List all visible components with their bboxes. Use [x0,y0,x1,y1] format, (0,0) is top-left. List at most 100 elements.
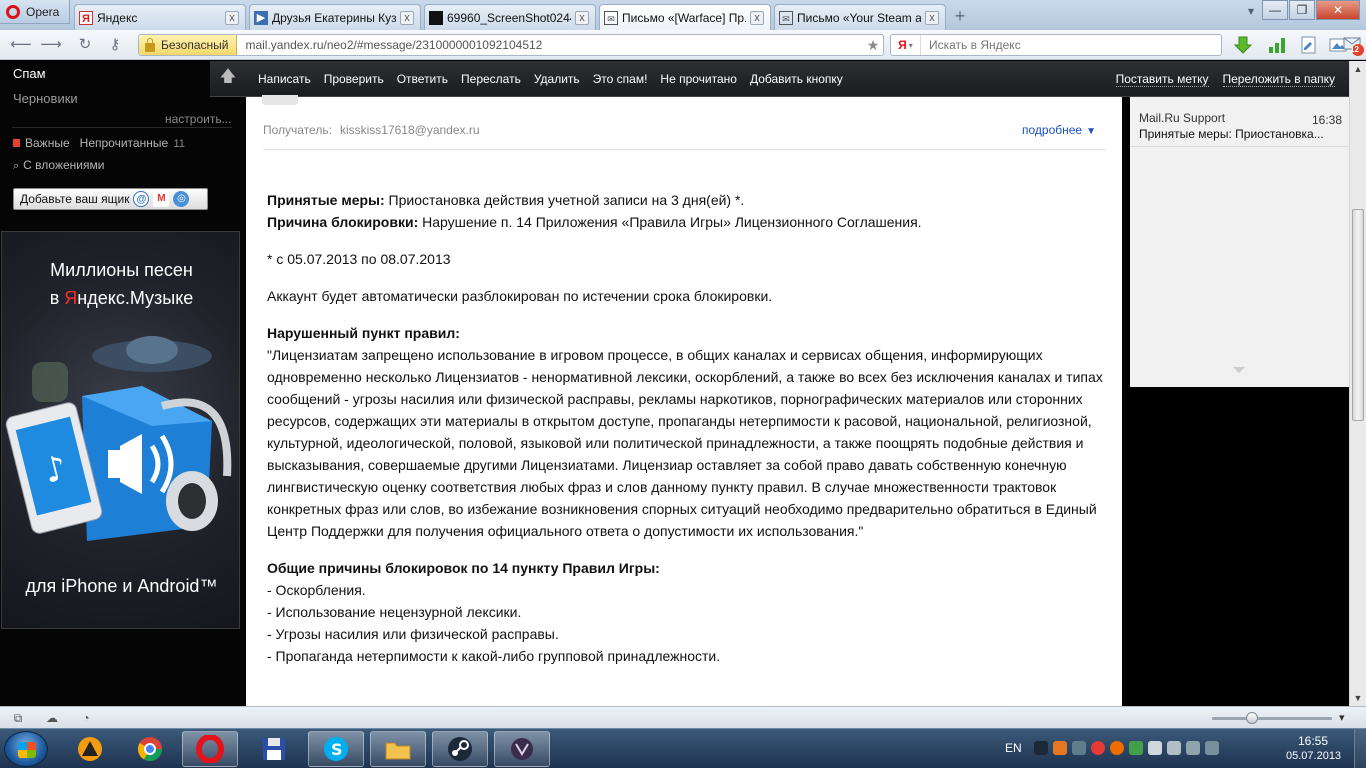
check-tray-icon[interactable] [1129,741,1143,755]
taskbar-aimp[interactable] [62,731,118,767]
tab-warface-mail[interactable]: ✉ Письмо «[Warface] Пр... x [599,4,771,30]
steam-tray-icon[interactable] [1034,741,1048,755]
search-input[interactable] [929,38,1209,52]
tab-screenshot[interactable]: 69960_ScreenShot0244.... x [424,4,596,30]
language-indicator[interactable]: EN [1005,741,1022,755]
violated-rule-label: Нарушенный пункт правил: [267,325,460,341]
aimp-tray-icon[interactable] [1053,741,1067,755]
add-button-button[interactable]: Добавить кнопку [750,72,843,86]
yandex-icon: Я [79,10,93,25]
taskbar-save[interactable] [246,731,302,767]
scroll-up-icon[interactable]: ▲ [1350,61,1366,77]
new-tab-button[interactable]: + [949,6,971,28]
yandex-tray-icon[interactable] [1091,741,1105,755]
taskbar-opera[interactable] [182,731,238,767]
close-icon[interactable]: x [750,10,764,25]
reload-icon[interactable]: ↻ [74,36,96,54]
search-engine-badge[interactable]: Я ▾ [891,35,921,55]
gmail-icon: M [153,191,170,207]
key-icon[interactable]: ⚷ [104,36,126,54]
zoom-slider[interactable] [1212,717,1332,720]
tab-steam-mail[interactable]: ✉ Письмо «Your Steam a... x [774,4,946,30]
show-desktop-button[interactable] [1354,729,1366,768]
download-icon[interactable] [1233,35,1253,55]
recipient-address[interactable]: kisskiss17618@yandex.ru [340,123,480,137]
yandex-music-ad[interactable]: Миллионы песен в Яндекс.Музыке ♪ для iPh [1,231,240,629]
sidebar-divider [12,127,232,128]
url-text[interactable]: mail.yandex.ru/neo2/#message/23100000010… [245,38,863,52]
tab-friends[interactable]: ▶ Друзья Екатерины Куз... x [249,4,421,30]
taskbar-chrome[interactable] [122,731,178,767]
tab-list-icon[interactable]: ▾ [1248,4,1254,18]
speed-dial-icon[interactable]: ◔ [78,710,94,726]
zoom-slider-handle[interactable] [1246,712,1258,724]
list-item: - Оскорбления. [267,582,366,598]
folder-spam[interactable]: Спам [13,66,46,81]
zoom-menu-icon[interactable]: ▾ [1339,711,1345,724]
back-icon[interactable]: ⟵ [10,36,32,54]
tab-yandex[interactable]: Я Яндекс x [74,4,246,30]
measures-paragraph: Принятые меры: Приостановка действия уче… [267,189,1117,233]
configure-link[interactable]: настроить... [165,112,232,126]
search-field[interactable]: Я ▾ [890,34,1222,56]
scroll-top-icon[interactable]: 🡅 [210,61,246,97]
reply-button[interactable]: Ответить [397,72,448,86]
cloud-icon[interactable]: ☁ [44,710,60,726]
download-tray-icon[interactable] [1110,741,1124,755]
close-icon[interactable]: x [925,10,939,25]
maximize-icon[interactable]: ❐ [1289,0,1315,20]
scroll-thumb[interactable] [1352,209,1364,421]
spam-button[interactable]: Это спам! [593,72,648,86]
close-icon[interactable]: x [575,10,589,25]
network-icon[interactable] [1205,741,1219,755]
page-scrollbar[interactable]: ▲ ▼ [1349,61,1366,706]
security-badge[interactable]: Безопасный [139,35,238,55]
move-to-folder-button[interactable]: Переложить в папку [1222,72,1335,87]
check-mail-button[interactable]: Проверить [324,72,384,86]
signal-bars-icon[interactable] [1267,35,1287,55]
panel-toggle-icon[interactable]: ⧉ [10,710,26,726]
notes-icon[interactable] [1299,35,1319,55]
minimize-icon[interactable]: — [1262,0,1288,20]
opera-menu-button[interactable]: Opera [0,0,70,24]
details-label: подробнее [1022,123,1083,137]
windows-taskbar: S EN 16:55 05.07.2013 [0,728,1366,768]
filter-unread[interactable]: Непрочитанные [80,136,168,150]
folder-drafts[interactable]: Черновики [13,91,78,106]
details-link[interactable]: подробнее ▼ [1022,123,1096,137]
list-expand-icon[interactable] [1233,367,1245,373]
window-close-icon[interactable]: ✕ [1316,0,1360,20]
tab-title: 69960_ScreenShot0244.... [447,10,571,25]
clock-time[interactable]: 16:55 [1298,734,1328,748]
delete-button[interactable]: Удалить [534,72,580,86]
filter-important[interactable]: Важные [25,136,70,150]
list-item[interactable]: Mail.Ru Support 16:38 Принятые меры: При… [1130,107,1349,147]
forward-button[interactable]: Переслать [461,72,521,86]
close-icon[interactable]: x [400,10,414,25]
close-icon[interactable]: x [225,10,239,25]
general-reasons-label: Общие причины блокировок по 14 пункту Пр… [267,560,660,576]
taskbar-explorer[interactable] [370,731,426,767]
device-tray-icon[interactable] [1148,741,1162,755]
list-item: - Пропаганда нетерпимости к какой-либо г… [267,648,721,664]
filter-attachments[interactable]: С вложениями [23,158,104,172]
set-label-button[interactable]: Поставить метку [1115,72,1209,87]
clock-date[interactable]: 05.07.2013 [1286,750,1341,762]
address-field[interactable]: Безопасный mail.yandex.ru/neo2/#message/… [138,34,884,56]
mark-unread-button[interactable]: Не прочитано [660,72,737,86]
flag-tray-icon[interactable] [1186,741,1200,755]
taskbar-skype[interactable]: S [308,731,364,767]
scroll-down-icon[interactable]: ▼ [1350,690,1366,706]
skype-icon: S [324,737,348,761]
taskbar-steam[interactable] [432,731,488,767]
bookmark-star-icon[interactable]: ★ [863,37,883,54]
start-button[interactable] [4,731,48,767]
volume-icon[interactable] [1167,741,1181,755]
page-viewport: Спам Черновики настроить... Важные Непро… [0,61,1366,706]
bluetooth-icon[interactable] [1072,741,1086,755]
compose-button[interactable]: Написать [258,72,311,86]
taskbar-warface[interactable] [494,731,550,767]
mail-notifier-icon[interactable]: 12 [1343,35,1364,56]
add-mailbox-button[interactable]: Добавьте ваш ящик @ M ◎ [13,188,208,210]
forward-icon[interactable]: ⟶ [40,36,62,54]
